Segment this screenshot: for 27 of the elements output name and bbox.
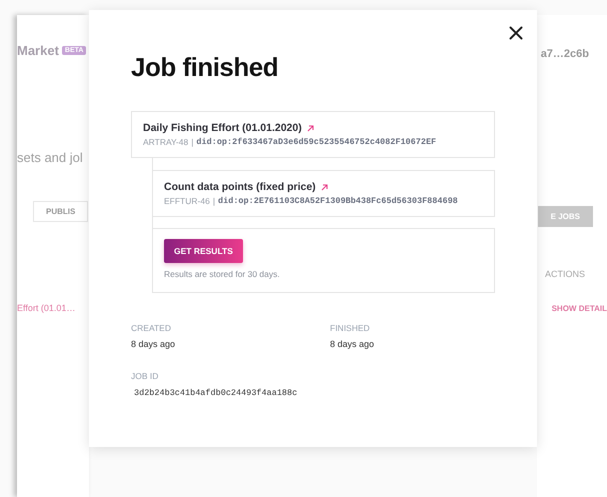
results-note: Results are stored for 30 days. xyxy=(164,269,281,279)
step-title: Daily Fishing Effort (01.01.2020) xyxy=(143,122,302,134)
column-header: ACTIONS xyxy=(544,269,586,279)
field-value: 8 days ago xyxy=(131,339,176,349)
external-link-icon[interactable] xyxy=(306,124,314,132)
step-code: EFFTUR-46 xyxy=(164,196,210,206)
separator: | xyxy=(191,137,194,147)
tab[interactable]: PUBLIS xyxy=(33,201,88,222)
close-icon[interactable] xyxy=(509,26,523,40)
account-address[interactable]: a7…2c6b xyxy=(540,48,607,60)
field-value: 8 days ago xyxy=(330,339,376,349)
field-label: FINISHED xyxy=(330,323,371,333)
table-cell: Effort (01.01… xyxy=(17,303,76,313)
brand-name: Market xyxy=(17,43,59,58)
step-title: Count data points (fixed price) xyxy=(164,181,316,193)
show-details-link[interactable]: SHOW DETAIL xyxy=(552,304,607,313)
section-heading: sets and jol xyxy=(17,150,83,165)
external-link-icon[interactable] xyxy=(320,184,328,190)
step-did: did:op:2E761103C8A52F1309Bb438Fc65d56303F884698 xyxy=(218,196,458,206)
step-did: did:op:2f633467aD3e6d59c5235546752c4082F10672EF xyxy=(196,137,436,147)
field-label: JOB ID xyxy=(131,371,160,381)
get-results-button[interactable]: GET RESULTS xyxy=(164,239,243,263)
field-label: CREATED xyxy=(131,323,172,333)
separator: | xyxy=(212,196,216,206)
step-code: ARTRAY-48 xyxy=(143,137,188,147)
dialog-title: Job finished xyxy=(131,52,280,83)
job-id-value: 3d2b24b3c41b4afdb0c24493f4aa188c xyxy=(133,388,298,398)
